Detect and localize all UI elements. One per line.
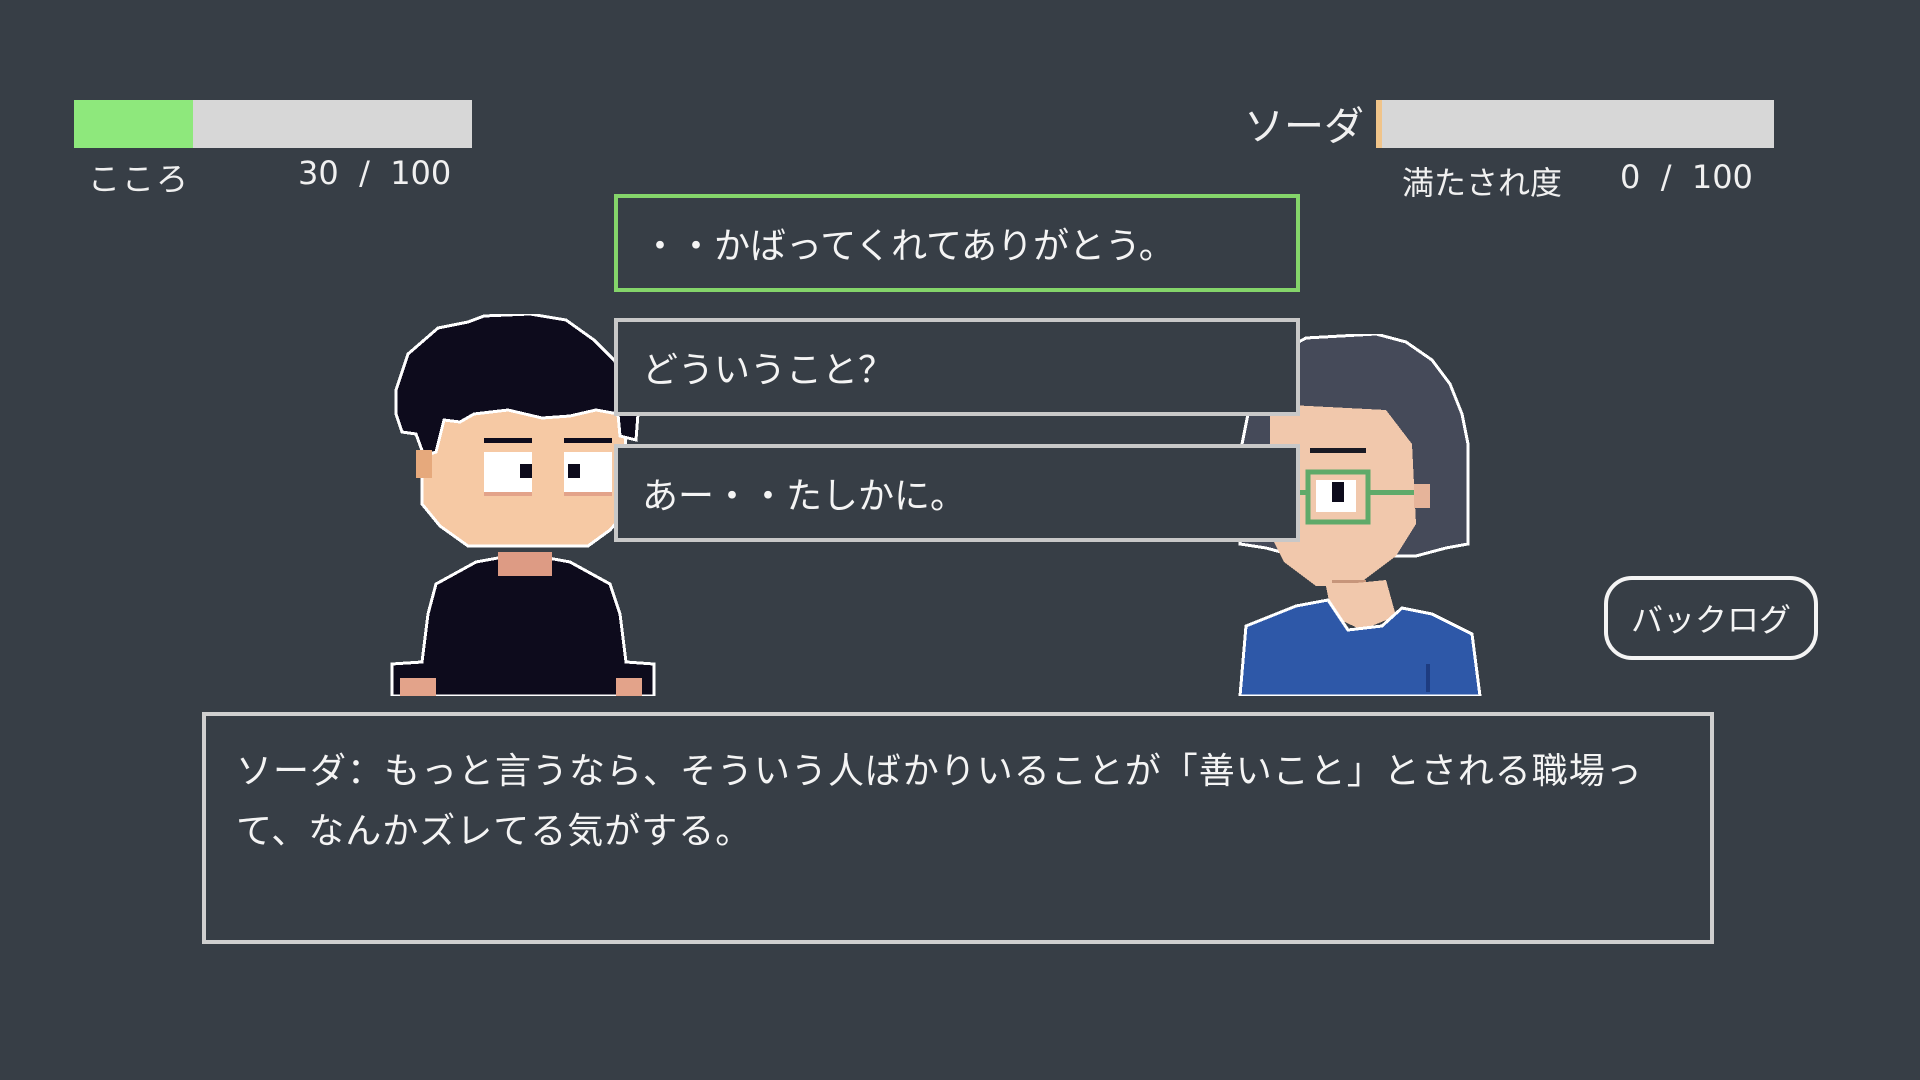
soda-name: ソーダ [1244, 104, 1364, 150]
soda-satisfaction-label: 満たされ度 [1402, 164, 1563, 202]
kokoro-label: こころ [88, 160, 191, 198]
choice-option-3[interactable]: あー・・たしかに。 [614, 444, 1300, 542]
soda-satisfaction-gauge-fill [1376, 100, 1382, 148]
kokoro-value: 30 / 100 [298, 154, 452, 192]
dialogue-box[interactable]: ソーダ：もっと言うなら、そういう人ばかりいることが「善いこと」とされる職場って、… [202, 712, 1714, 944]
kokoro-gauge-fill [74, 100, 194, 148]
choice-option-2[interactable]: どういうこと？ [614, 318, 1300, 416]
soda-satisfaction-gauge [1376, 100, 1774, 148]
backlog-button[interactable]: バックログ [1604, 576, 1818, 660]
kokoro-gauge [74, 100, 472, 148]
soda-satisfaction-value: 0 / 100 [1620, 158, 1753, 196]
dialogue-text: ソーダ：もっと言うなら、そういう人ばかりいることが「善いこと」とされる職場って、… [236, 751, 1643, 852]
choice-option-1[interactable]: ・・かばってくれてありがとう。 [614, 194, 1300, 292]
